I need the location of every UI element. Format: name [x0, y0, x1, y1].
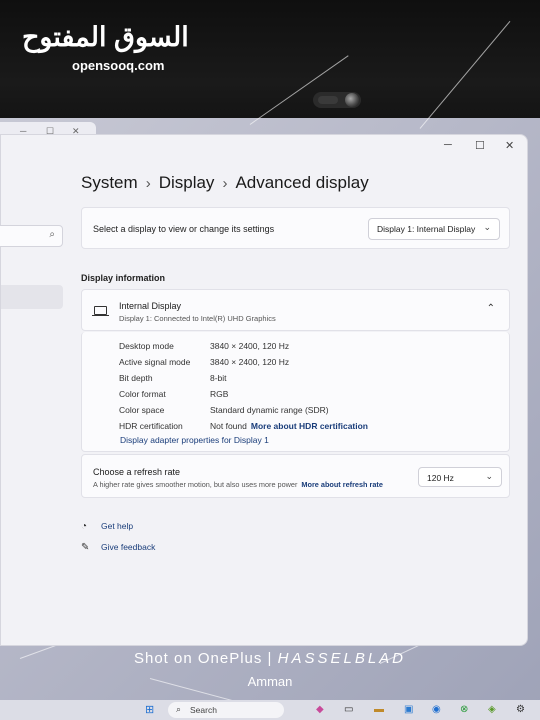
start-icon[interactable]: ⊞	[145, 703, 154, 716]
folder-icon[interactable]: ▬	[374, 704, 384, 715]
page-title: Advanced display	[235, 173, 369, 192]
taskbar-search[interactable]: ⌕ Search	[168, 702, 284, 718]
settings-gear-icon[interactable]: ⚙	[516, 704, 525, 715]
taskbar-search-placeholder: Search	[190, 705, 217, 715]
maximize-icon[interactable]: ☐	[475, 139, 485, 152]
photo-location: Amman	[247, 674, 293, 689]
info-label: Color space	[119, 405, 165, 415]
info-value: 8-bit	[210, 373, 227, 383]
search-icon: ⌕	[176, 704, 182, 714]
info-label: Desktop mode	[119, 341, 174, 351]
info-value: Not found	[210, 421, 247, 431]
section-title: Display information	[81, 273, 166, 283]
breadcrumb: System › Display › Advanced display	[81, 173, 369, 193]
settings-window: ─ ☐ ✕ System › Display › Advanced display ⌕ …	[0, 134, 528, 646]
give-feedback-link[interactable]: ✎ Give feedback	[81, 542, 155, 553]
webcam-shutter	[318, 96, 338, 104]
info-value: RGB	[210, 389, 229, 399]
info-label: HDR certification	[119, 421, 183, 431]
xbox-icon[interactable]: ⊗	[460, 704, 468, 715]
widgets-icon[interactable]: ◆	[316, 704, 324, 715]
photo-caption: Shot on OnePlus | HASSELBLAD	[0, 650, 540, 667]
display-connection: Display 1: Connected to Intel(R) UHD Gra…	[119, 314, 276, 323]
breadcrumb-separator: ›	[222, 175, 228, 192]
sidebar-item-selected[interactable]	[1, 285, 63, 309]
display-info-header[interactable]: Internal Display Display 1: Connected to…	[81, 289, 510, 331]
refresh-rate-link[interactable]: More about refresh rate	[301, 480, 383, 489]
close-icon[interactable]: ✕	[505, 139, 514, 152]
search-icon[interactable]: ⌕	[49, 229, 55, 240]
give-feedback-label: Give feedback	[101, 542, 156, 552]
info-label: Bit depth	[119, 373, 153, 383]
display-info-details: Desktop mode 3840 × 2400, 120 Hz Active s…	[81, 332, 510, 452]
info-value: 3840 × 2400, 120 Hz	[210, 357, 290, 367]
info-row: Bit depth 8-bit	[119, 373, 227, 383]
photo-caption-brand: Shot on OnePlus |	[133, 650, 278, 667]
watermark-latin: opensooq.com	[72, 58, 165, 73]
breadcrumb-system[interactable]: System	[81, 173, 138, 192]
refresh-rate-value: 120 Hz	[427, 473, 454, 483]
refresh-rate-title: Choose a refresh rate	[93, 467, 181, 477]
display-dropdown[interactable]: Display 1: Internal Display ⌄	[368, 218, 500, 240]
display-selector-prompt: Select a display to view or change its s…	[93, 224, 275, 234]
refresh-rate-card: Choose a refresh rate A higher rate give…	[81, 454, 510, 498]
monitor-icon	[92, 306, 109, 317]
monitor-bezel: السوق المفتوح opensooq.com	[0, 0, 540, 118]
breadcrumb-display[interactable]: Display	[159, 173, 215, 192]
chevron-down-icon: ⌄	[485, 471, 493, 481]
minimize-icon[interactable]: ─	[444, 139, 452, 151]
info-value: Standard dynamic range (SDR)	[210, 405, 329, 415]
file-explorer-icon[interactable]: ▭	[344, 704, 353, 715]
help-icon: ◔	[81, 521, 88, 532]
display-name: Internal Display	[119, 301, 182, 311]
hdr-certification-link[interactable]: More about HDR certification	[251, 421, 368, 431]
info-row: Desktop mode 3840 × 2400, 120 Hz	[119, 341, 289, 351]
refresh-rate-description-text: A higher rate gives smoother motion, but…	[93, 480, 298, 489]
chevron-up-icon[interactable]: ⌃	[487, 303, 495, 314]
refresh-rate-description: A higher rate gives smoother motion, but…	[93, 480, 383, 489]
breadcrumb-separator: ›	[145, 175, 151, 192]
info-row: HDR certification Not found More about HDR…	[119, 421, 368, 431]
refresh-rate-dropdown[interactable]: 120 Hz ⌄	[418, 467, 502, 487]
watermark-arabic: السوق المفتوح	[22, 22, 189, 52]
info-label: Color format	[119, 389, 166, 399]
info-value: 3840 × 2400, 120 Hz	[210, 341, 290, 351]
info-row: Active signal mode 3840 × 2400, 120 Hz	[119, 357, 289, 367]
taskbar: ⊞ ⌕ Search ◆ ▭ ▬ ▣ ◉ ⊗ ◈ ⚙	[0, 700, 540, 720]
info-row: Color space Standard dynamic range (SDR)	[119, 405, 329, 415]
display-dropdown-value: Display 1: Internal Display	[377, 224, 476, 234]
browser-icon[interactable]: ◉	[432, 704, 441, 715]
adapter-properties-link[interactable]: Display adapter properties for Display 1	[120, 435, 269, 445]
info-label: Active signal mode	[119, 357, 191, 367]
app-icon[interactable]: ◈	[488, 704, 496, 715]
settings-search-input[interactable]: ⌕	[0, 225, 63, 247]
feedback-icon: ✎	[81, 542, 90, 553]
get-help-label: Get help	[101, 521, 134, 531]
webcam-lens	[345, 93, 359, 107]
display-selector-card: Select a display to view or change its s…	[81, 207, 510, 249]
info-row: Color format RGB	[119, 389, 228, 399]
get-help-link[interactable]: ◔ Get help	[81, 521, 133, 532]
store-icon[interactable]: ▣	[404, 704, 413, 715]
chevron-down-icon: ⌄	[483, 222, 491, 232]
photo-caption-partner: HASSELBLAD	[277, 650, 407, 667]
